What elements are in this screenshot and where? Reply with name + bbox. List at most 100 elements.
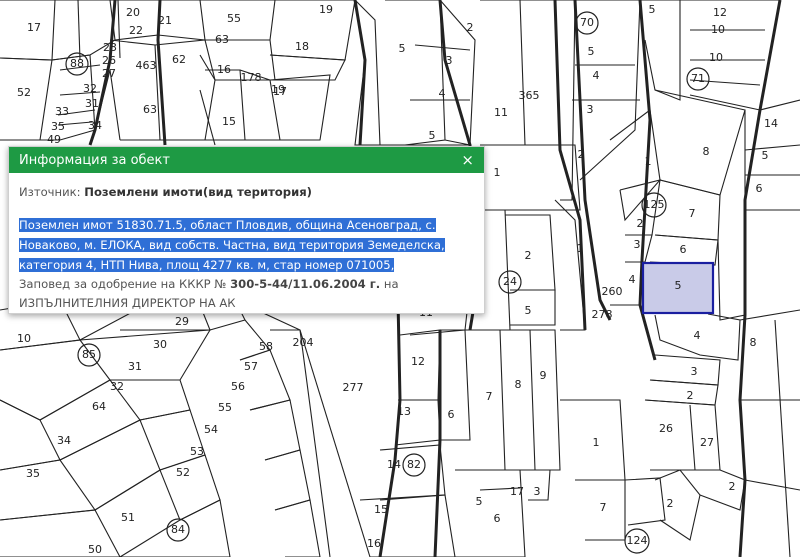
parcel-label: 2 xyxy=(637,217,644,230)
parcel-label: 55 xyxy=(218,401,232,414)
popup-title: Информация за обект xyxy=(19,152,170,168)
parcel-label: 64 xyxy=(92,400,106,413)
description-line: Поземлен имот 51830.71.5, област Пловдив… xyxy=(19,218,436,232)
parcel-label: 463 xyxy=(136,59,157,72)
parcel-label: 50 xyxy=(88,543,102,556)
parcel-label: 16 xyxy=(367,537,381,550)
parcel-label: 2 xyxy=(687,389,694,402)
parcel-label: 2 xyxy=(467,21,474,34)
section-number: 71 xyxy=(691,72,705,85)
parcel-label: 53 xyxy=(190,445,204,458)
parcel-label: 6 xyxy=(494,512,501,525)
parcel-label: 34 xyxy=(57,434,71,447)
parcel-label: 31 xyxy=(128,360,142,373)
parcel-label: 3 xyxy=(691,365,698,378)
parcel-label: 26 xyxy=(659,422,673,435)
selected-parcel-label: 5 xyxy=(675,279,682,292)
section-number: 24 xyxy=(503,275,517,288)
parcel-label: 63 xyxy=(215,33,229,46)
parcel-label: 18 xyxy=(295,40,309,53)
parcel-label: 19 xyxy=(319,3,333,16)
parcel-label: 23 xyxy=(103,41,117,54)
parcel-label: 3 xyxy=(534,485,541,498)
description-line: категория 4, НТП Нива, площ 4277 кв. м, … xyxy=(19,258,395,272)
parcel-label: 10 xyxy=(17,332,31,345)
object-info-popup[interactable]: Информация за обект × Източник: Поземлен… xyxy=(8,146,485,314)
parcel-label: 8 xyxy=(515,378,522,391)
parcel-label: 12 xyxy=(411,355,425,368)
source-label: Източник: xyxy=(19,185,81,199)
parcel-label: 7 xyxy=(600,501,607,514)
parcel-label: 20 xyxy=(126,6,140,19)
parcel-label: 5 xyxy=(399,42,406,55)
section-number: 84 xyxy=(171,523,185,536)
parcel-label: 14 xyxy=(764,117,778,130)
order-suffix: на xyxy=(380,277,399,291)
parcel-label: 14 xyxy=(387,458,401,471)
parcel-label: 17 xyxy=(510,485,524,498)
parcel-label: 56 xyxy=(231,380,245,393)
section-number: 125 xyxy=(644,198,665,211)
parcel-label: 10 xyxy=(709,51,723,64)
object-description[interactable]: Поземлен имот 51830.71.5, област Пловдив… xyxy=(19,215,474,275)
parcel-label: 5 xyxy=(762,149,769,162)
parcel-label: 52 xyxy=(176,466,190,479)
parcel-label: 3 xyxy=(446,54,453,67)
order-issuer: ИЗПЪЛНИТЕЛНИЯ ДИРЕКТОР НА АК xyxy=(19,296,236,310)
close-icon[interactable]: × xyxy=(461,152,474,168)
parcel-label: 6 xyxy=(680,243,687,256)
parcel-label: 4 xyxy=(694,329,701,342)
description-line: Новаково, м. ЕЛОКА, вид собств. Частна, … xyxy=(19,238,445,252)
parcel-label: 35 xyxy=(51,120,65,133)
order-prefix: Заповед за одобрение на КККР № xyxy=(19,277,231,291)
parcel-label: 49 xyxy=(47,133,61,146)
parcel-label: 12 xyxy=(713,6,727,19)
order-number: 300-5-44/11.06.2004 г. xyxy=(230,277,381,291)
parcel-label: 22 xyxy=(129,24,143,37)
parcel-label: 5 xyxy=(588,45,595,58)
parcel-label: 260 xyxy=(602,285,623,298)
parcel-label: 54 xyxy=(204,423,218,436)
parcel-label: 63 xyxy=(143,103,157,116)
section-number: 70 xyxy=(580,16,594,29)
parcel-label: 277 xyxy=(343,381,364,394)
parcel-label: 178 xyxy=(241,71,262,84)
parcel-label: 21 xyxy=(158,14,172,27)
approval-order: Заповед за одобрение на КККР № 300-5-44/… xyxy=(19,275,474,313)
parcel-label: 5 xyxy=(429,129,436,142)
parcel-label: 32 xyxy=(83,82,97,95)
parcel-label: 2 xyxy=(578,148,585,161)
source-row: Източник: Поземлени имоти(вид територия) xyxy=(19,185,474,199)
parcel-label: 365 xyxy=(519,89,540,102)
parcel-label: 3 xyxy=(587,103,594,116)
parcel-label: 2 xyxy=(729,480,736,493)
parcel-label: 27 xyxy=(102,67,116,80)
parcel-label: 1 xyxy=(577,242,584,255)
parcel-label: 7 xyxy=(486,390,493,403)
section-number: 85 xyxy=(82,348,96,361)
parcel-label: 2 xyxy=(667,497,674,510)
parcel-label: 1 xyxy=(494,166,501,179)
parcel-label: 15 xyxy=(374,503,388,516)
parcel-label: 8 xyxy=(703,145,710,158)
parcel-label: 5 xyxy=(649,3,656,16)
popup-body: Източник: Поземлени имоти(вид територия)… xyxy=(9,173,484,313)
parcel-label: 7 xyxy=(689,207,696,220)
parcel-label: 4 xyxy=(593,69,600,82)
parcel-label: 26 xyxy=(102,54,116,67)
parcel-label: 2 xyxy=(525,249,532,262)
parcel-label: 4 xyxy=(629,273,636,286)
parcel-label: 29 xyxy=(175,315,189,328)
parcel-label: 278 xyxy=(592,308,613,321)
popup-header: Информация за обект × xyxy=(9,147,484,173)
section-number: 82 xyxy=(407,458,421,471)
parcel-label: 4 xyxy=(439,87,446,100)
parcel-label: 57 xyxy=(244,360,258,373)
parcel-label: 16 xyxy=(217,63,231,76)
parcel-label: 31 xyxy=(85,97,99,110)
section-number: 124 xyxy=(627,534,648,547)
parcel-label: 32 xyxy=(110,380,124,393)
parcel-label: 27 xyxy=(700,436,714,449)
parcel-label: 5 xyxy=(525,304,532,317)
parcel-label: 10 xyxy=(711,23,725,36)
